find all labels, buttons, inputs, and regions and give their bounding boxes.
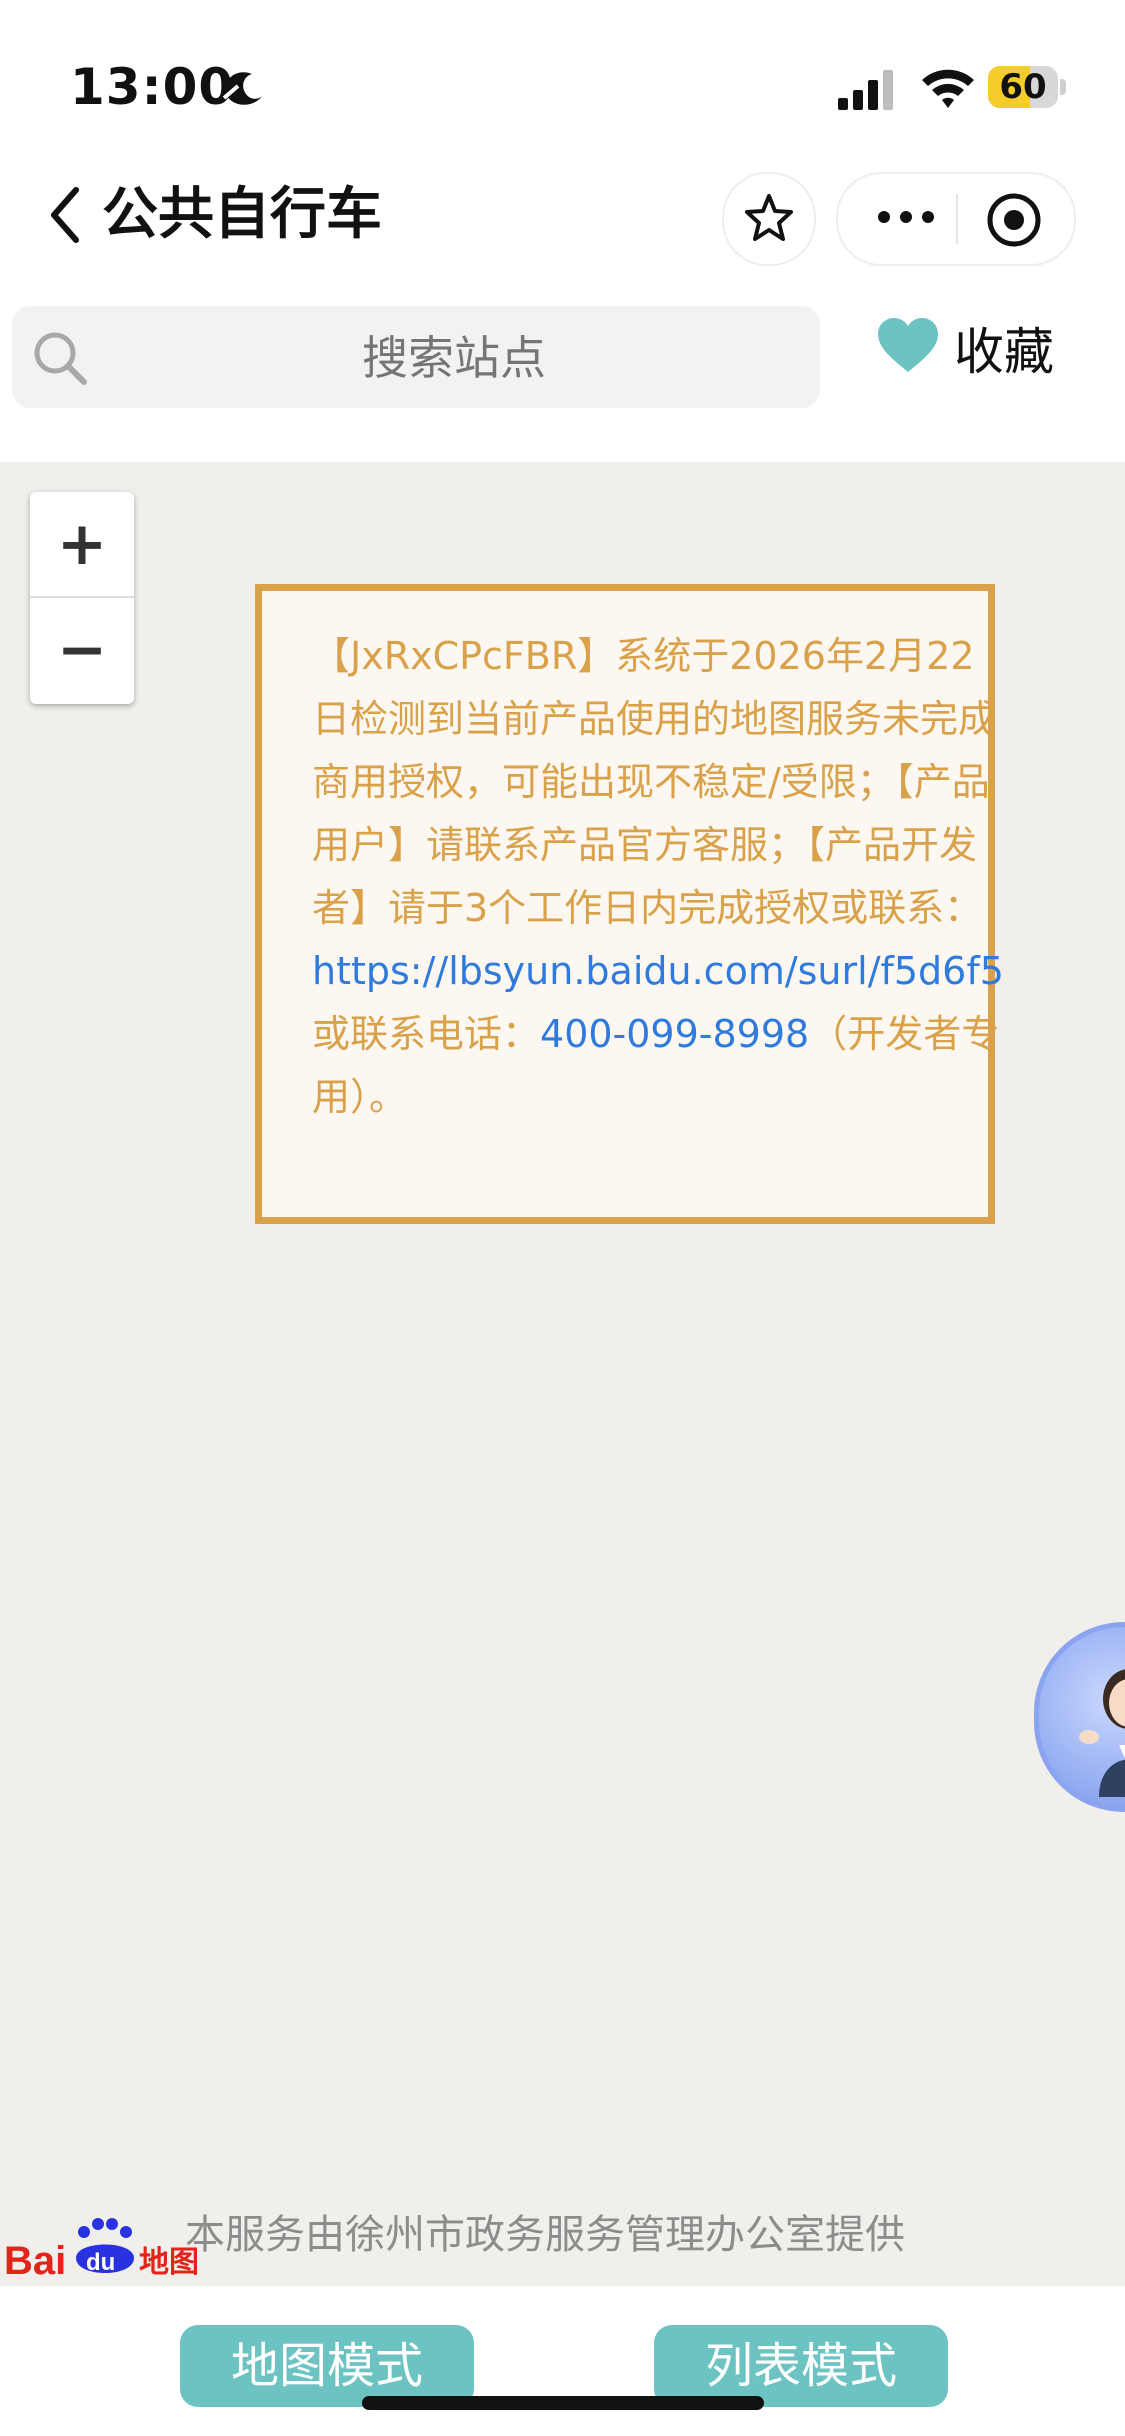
favorites-label: 收藏 [954,323,1054,381]
search-box[interactable] [12,306,820,410]
notice-link[interactable]: https://lbsyun.baidu.com/surl/f5d6f5 [312,949,1004,993]
svg-text:地图: 地图 [139,2245,199,2280]
search-input[interactable] [102,306,806,410]
moon-focus-icon [222,72,262,105]
zoom-in-button[interactable]: + [30,492,134,598]
status-bar: 13:00 60 [0,0,1125,150]
license-notice-text: 【JxRxCPcFBR】系统于2026年2月22日检测到当前产品使用的地图服务未… [312,625,1012,1129]
license-notice-box: 【JxRxCPcFBR】系统于2026年2月22日检测到当前产品使用的地图服务未… [255,584,1004,1224]
zoom-out-button[interactable]: − [30,598,134,702]
target-icon[interactable] [986,192,1042,248]
mini-program-capsule [836,172,1076,266]
assistant-avatar-button[interactable] [1034,1622,1125,1812]
battery-icon: 60 [988,66,1068,108]
map-area[interactable]: + − 【JxRxCPcFBR】系统于2026年2月22日检测到当前产品使用的地… [0,462,1125,2286]
notice-phone-prefix: 或联系电话： [312,1012,541,1056]
zoom-control: + − [30,492,134,704]
signal-icon [838,70,893,110]
wifi-icon [922,69,974,108]
home-indicator [362,2396,764,2410]
svg-text:du: du [86,2249,115,2276]
status-time: 13:00 [70,58,235,116]
baidu-map-logo: Bai du 地图 [4,2218,199,2283]
assistant-avatar-icon [1079,1669,1125,1797]
star-icon [745,194,793,241]
back-chevron-icon[interactable] [40,180,100,250]
more-dots-icon[interactable] [876,202,936,232]
notice-phone[interactable]: 400-099-8998 [540,1012,809,1056]
battery-level: 60 [999,67,1047,107]
heart-icon [878,318,938,372]
search-icon [34,332,87,385]
favorite-star-button[interactable] [722,172,816,266]
page-title: 公共自行车 [102,182,382,247]
nav-bar: 公共自行车 [0,160,1125,270]
svg-text:Bai: Bai [4,2239,66,2283]
notice-body: 【JxRxCPcFBR】系统于2026年2月22日检测到当前产品使用的地图服务未… [312,634,997,930]
map-service-credit: 本服务由徐州市政务服务管理办公室提供 [185,2212,905,2258]
map-mode-button[interactable]: 地图模式 [180,2325,474,2407]
list-mode-button[interactable]: 列表模式 [654,2325,948,2407]
